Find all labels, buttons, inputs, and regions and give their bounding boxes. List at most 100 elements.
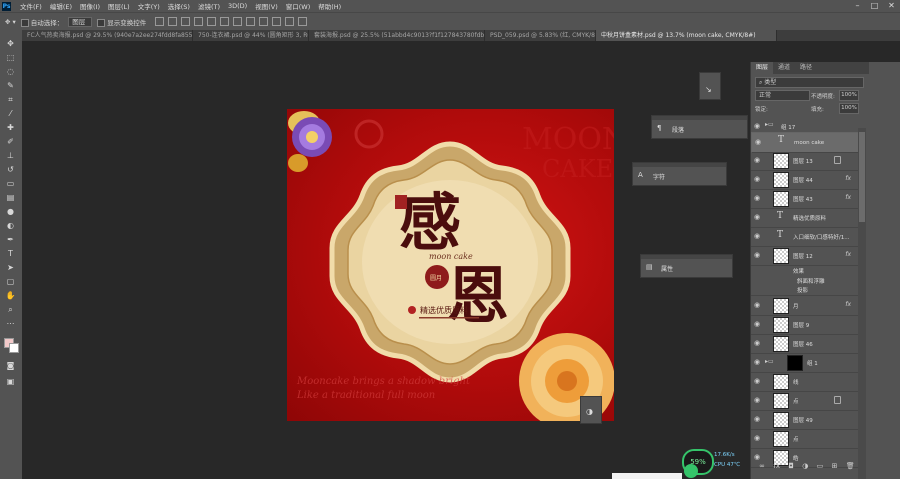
- layer-row[interactable]: ◉ 点: [751, 391, 859, 411]
- maximize-icon[interactable]: □: [866, 0, 883, 12]
- eye-icon[interactable]: ◉: [754, 320, 762, 328]
- menu-3d[interactable]: 3D(D): [224, 2, 251, 10]
- eye-icon[interactable]: ◉: [754, 251, 762, 259]
- layer-row[interactable]: ◉ 图层 46: [751, 334, 859, 354]
- eye-icon[interactable]: ◉: [754, 377, 762, 385]
- shape-tool-icon[interactable]: ▢: [5, 276, 16, 287]
- dodge-tool-icon[interactable]: ◐: [5, 220, 16, 231]
- tab-doc-3[interactable]: 套装海报.psd @ 25.5% (51abbd4c9013?f1f127843…: [309, 30, 485, 41]
- wifi-icon[interactable]: [684, 464, 698, 478]
- eye-icon[interactable]: ◉: [754, 434, 762, 442]
- eye-icon[interactable]: ◉: [754, 453, 762, 461]
- close-icon[interactable]: ✕: [883, 0, 900, 12]
- menu-type[interactable]: 文字(Y): [134, 1, 164, 11]
- blend-mode-dropdown[interactable]: 正常: [755, 90, 810, 101]
- lasso-tool-icon[interactable]: ◌: [5, 66, 16, 77]
- move-tool-icon[interactable]: ✥: [5, 38, 16, 49]
- eye-icon[interactable]: ◉: [754, 175, 762, 183]
- gradient-tool-icon[interactable]: ▤: [5, 192, 16, 203]
- minimize-icon[interactable]: –: [849, 0, 866, 12]
- character-panel[interactable]: A 字符: [632, 162, 727, 186]
- more-tools-icon[interactable]: ⋯: [5, 318, 16, 329]
- screen-mode-icon[interactable]: ▣: [5, 376, 16, 387]
- menu-layer[interactable]: 图层(L): [104, 1, 134, 11]
- eye-icon[interactable]: ◉: [754, 358, 762, 366]
- fx-icon[interactable]: fx: [845, 251, 851, 258]
- properties-panel[interactable]: ▤ 属性: [640, 254, 733, 278]
- fx-icon[interactable]: fx: [845, 301, 851, 308]
- layer-row-moon-cake[interactable]: ◉ T moon cake: [751, 132, 859, 153]
- layer-row-group-1[interactable]: ◉ ▸▭ 组 1: [751, 353, 859, 373]
- delete-icon[interactable]: 🗑: [846, 462, 855, 472]
- marquee-tool-icon[interactable]: ⬚: [5, 52, 16, 63]
- eyedropper-tool-icon[interactable]: ⁄: [5, 108, 16, 119]
- tab-paths[interactable]: 路径: [795, 62, 817, 74]
- eye-icon[interactable]: ◉: [754, 232, 762, 240]
- eye-icon[interactable]: ◉: [754, 194, 762, 202]
- hand-tool-icon[interactable]: ✋: [5, 290, 16, 301]
- link-icon[interactable]: ∞: [759, 462, 765, 472]
- menu-view[interactable]: 视图(V): [251, 1, 282, 11]
- layer-filter-dropdown[interactable]: ⌕ 类型: [755, 77, 864, 88]
- eye-icon[interactable]: ◉: [754, 301, 762, 309]
- menu-file[interactable]: 文件(F): [16, 1, 46, 11]
- eraser-tool-icon[interactable]: ▭: [5, 178, 16, 189]
- menu-help[interactable]: 帮助(H): [314, 1, 345, 11]
- tab-doc-2[interactable]: 750-连衣裙.psd @ 44% (圆角矩形 3, RGB/...: [193, 30, 309, 41]
- layer-row[interactable]: ◉ T 精选优质原料: [751, 208, 859, 228]
- effect-bevel-emboss[interactable]: 斜面和浮雕: [797, 277, 825, 285]
- menu-image[interactable]: 图像(I): [76, 1, 104, 11]
- layer-row[interactable]: ◉ 图层 9: [751, 315, 859, 335]
- tab-doc-1[interactable]: FC人气热卖海报.psd @ 29.5% (940e7a2ee274fdd8fa…: [22, 30, 193, 41]
- crop-tool-icon[interactable]: ⌗: [5, 94, 16, 105]
- mask-icon[interactable]: ◘: [788, 462, 794, 472]
- menu-select[interactable]: 选择(S): [164, 1, 194, 11]
- mini-panel-adjust-icon[interactable]: ◑: [586, 407, 593, 416]
- quick-mask-icon[interactable]: ◙: [5, 360, 16, 371]
- layer-row[interactable]: ◉ 图层 12 fx: [751, 246, 859, 266]
- fx-add-icon[interactable]: fx: [773, 462, 780, 472]
- paragraph-panel[interactable]: ¶ 段落: [651, 115, 748, 139]
- auto-select-dropdown[interactable]: 图层: [68, 16, 93, 27]
- adjustment-icon[interactable]: ◑: [802, 462, 808, 472]
- layer-row[interactable]: ◉ 图层 44 fx: [751, 170, 859, 190]
- opacity-input[interactable]: 100%: [839, 90, 859, 101]
- layers-scrollbar[interactable]: [858, 128, 866, 479]
- stamp-tool-icon[interactable]: ⊥: [5, 150, 16, 161]
- fill-input[interactable]: 100%: [839, 103, 859, 114]
- eye-icon[interactable]: ◉: [754, 339, 762, 347]
- background-color-swatch[interactable]: [9, 343, 19, 353]
- type-tool-icon[interactable]: T: [5, 248, 16, 259]
- layer-row[interactable]: ◉ 点: [751, 429, 859, 449]
- eye-icon[interactable]: ◉: [754, 213, 762, 221]
- fx-icon[interactable]: fx: [845, 194, 851, 201]
- effect-drop-shadow[interactable]: 投影: [797, 286, 808, 294]
- blur-tool-icon[interactable]: ●: [5, 206, 16, 217]
- eye-icon[interactable]: ◉: [754, 156, 762, 164]
- layer-row[interactable]: ◉ T 入口细软/口感特好/1...: [751, 227, 859, 247]
- move-tool-icon[interactable]: ✥ ▾: [5, 18, 16, 26]
- auto-select-checkbox[interactable]: 自动选择：: [20, 17, 63, 27]
- layer-row[interactable]: ◉ 图层 43 fx: [751, 189, 859, 209]
- layer-row[interactable]: ◉ 月 fx: [751, 296, 859, 316]
- eye-icon[interactable]: ◉: [755, 138, 763, 146]
- menu-window[interactable]: 窗口(W): [282, 1, 315, 11]
- tab-doc-4[interactable]: PSD_059.psd @ 5.83% (红, CMYK/8...: [485, 30, 596, 41]
- history-brush-icon[interactable]: ↺: [5, 164, 16, 175]
- new-group-icon[interactable]: ▭: [817, 462, 824, 472]
- quick-select-tool-icon[interactable]: ✎: [5, 80, 16, 91]
- layer-row[interactable]: ◉ 线: [751, 372, 859, 392]
- zoom-tool-icon[interactable]: ⌕: [5, 304, 16, 315]
- layer-row[interactable]: ◉ 图层 49: [751, 410, 859, 430]
- menu-filter[interactable]: 滤镜(T): [194, 1, 224, 11]
- tab-channels[interactable]: 通道: [773, 62, 795, 74]
- pen-tool-icon[interactable]: ✒: [5, 234, 16, 245]
- tab-doc-active[interactable]: 中秋月饼盒素材.psd @ 13.7% (moon cake, CMYK/8#): [596, 30, 777, 41]
- layer-row[interactable]: ◉ 图层 13: [751, 151, 859, 171]
- eye-icon[interactable]: ◉: [754, 415, 762, 423]
- eye-icon[interactable]: ◉: [754, 396, 762, 404]
- healing-tool-icon[interactable]: ✚: [5, 122, 16, 133]
- eye-icon[interactable]: ◉: [754, 122, 762, 130]
- new-layer-icon[interactable]: ⊞: [832, 462, 838, 472]
- tab-layers[interactable]: 图层: [751, 62, 774, 74]
